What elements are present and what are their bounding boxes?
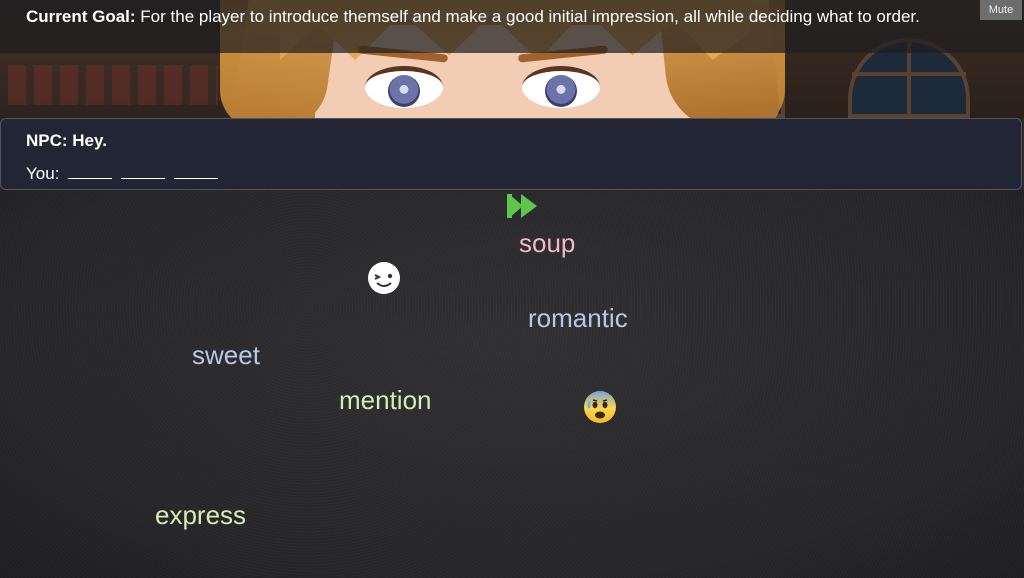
word-field: soup romantic sweet mention express — [0, 190, 1024, 578]
npc-line: NPC: Hey. — [26, 131, 107, 150]
npc-iris — [545, 75, 577, 107]
word-mention[interactable]: mention — [339, 385, 432, 416]
dialogue-panel: NPC: Hey. You: — [0, 118, 1022, 190]
skip-forward-icon[interactable] — [507, 192, 543, 220]
shelf — [0, 55, 230, 118]
word-soup[interactable]: soup — [519, 228, 575, 259]
current-goal-bar: Current Goal: For the player to introduc… — [0, 0, 1024, 53]
anxious-sweat-face-icon[interactable] — [583, 390, 617, 424]
goal-text: For the player to introduce themself and… — [140, 7, 920, 26]
word-express[interactable]: express — [155, 500, 246, 531]
word-slot[interactable] — [173, 166, 218, 179]
goal-label: Current Goal: — [26, 7, 136, 26]
word-sweet[interactable]: sweet — [192, 340, 260, 371]
word-slot[interactable] — [120, 166, 165, 179]
player-line: You: — [26, 164, 218, 184]
npc-eye — [522, 66, 600, 108]
winking-face-icon[interactable] — [367, 261, 401, 295]
npc-iris — [388, 75, 420, 107]
you-label: You: — [26, 164, 60, 183]
word-slot[interactable] — [68, 166, 113, 179]
mute-button[interactable]: Mute — [980, 0, 1022, 20]
word-romantic[interactable]: romantic — [528, 303, 628, 334]
npc-eye — [365, 66, 443, 108]
